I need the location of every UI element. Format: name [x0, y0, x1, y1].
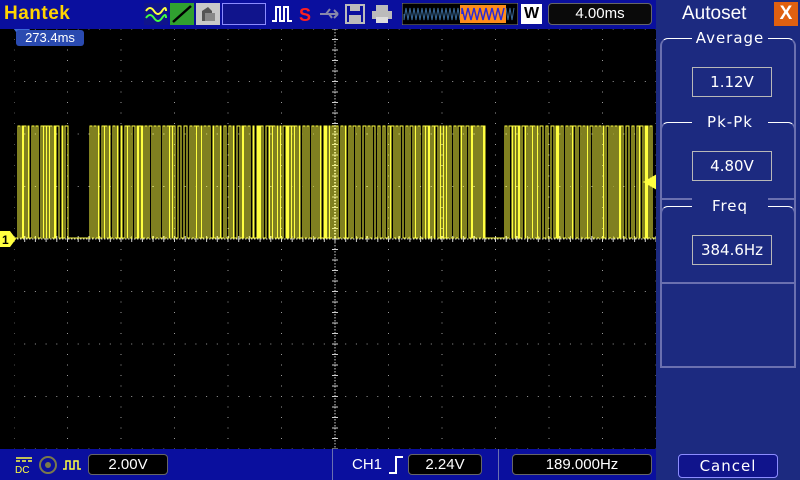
close-icon[interactable]: X	[774, 2, 798, 26]
save-icon[interactable]	[344, 3, 366, 25]
svg-text:1: 1	[2, 233, 9, 247]
group-label: Pk-Pk	[692, 113, 768, 131]
graticule	[13, 28, 657, 450]
usb-icon	[320, 8, 339, 19]
svg-text:S: S	[299, 5, 311, 25]
group-label: Average	[692, 29, 768, 47]
freq-value: 384.6Hz	[692, 235, 772, 265]
dc-coupling-icon[interactable]: DC	[14, 455, 34, 475]
waveform-memory-icon	[402, 3, 518, 25]
single-mode-icon[interactable]: S	[296, 3, 316, 25]
brand-logo: Hantek	[4, 3, 71, 24]
trigger-type-icon[interactable]	[270, 3, 294, 25]
trigger-level-readout[interactable]: 2.24V	[408, 454, 482, 475]
status-box	[222, 3, 266, 25]
acquisition-mode-indicator: W	[521, 4, 542, 24]
ch1-volts-per-div[interactable]: 2.00V	[88, 454, 168, 475]
autoset-menu-panel: Autoset X Average 1.12V Pk-Pk 4.80V Freq…	[656, 0, 800, 480]
panel-title: Autoset	[682, 3, 747, 24]
trigger-source-label[interactable]: CH1	[352, 456, 382, 473]
group-label: Freq	[692, 197, 768, 215]
top-status-bar: Hantek S W 4.00ms	[0, 0, 656, 29]
svg-text:DC: DC	[15, 465, 29, 475]
math-icon[interactable]	[170, 3, 194, 25]
probe-icon[interactable]	[62, 455, 82, 475]
waveform-display	[13, 28, 657, 450]
trigger-level-marker[interactable]	[643, 174, 657, 190]
panel-header: Autoset X	[656, 0, 800, 29]
timebase-readout[interactable]: 4.00ms	[548, 3, 652, 25]
frequency-counter-readout: 189.000Hz	[512, 454, 652, 475]
pk-pk-value: 4.80V	[692, 151, 772, 181]
cancel-button[interactable]: Cancel	[678, 454, 778, 478]
channel-1-marker[interactable]: 1	[0, 231, 16, 247]
rising-edge-icon[interactable]	[388, 455, 404, 475]
average-value: 1.12V	[692, 67, 772, 97]
bandwidth-limit-icon[interactable]	[38, 455, 58, 475]
print-icon[interactable]	[370, 3, 394, 25]
waveform-icon[interactable]	[144, 3, 168, 25]
divider	[498, 449, 499, 480]
bottom-status-bar: DC 2.00V CH1 2.24V 189.000Hz	[0, 449, 656, 480]
divider	[332, 449, 333, 480]
measure-group-freq: Freq 384.6Hz	[660, 197, 796, 368]
ref-icon[interactable]	[196, 3, 220, 25]
trigger-position-readout: 273.4ms	[16, 30, 84, 46]
